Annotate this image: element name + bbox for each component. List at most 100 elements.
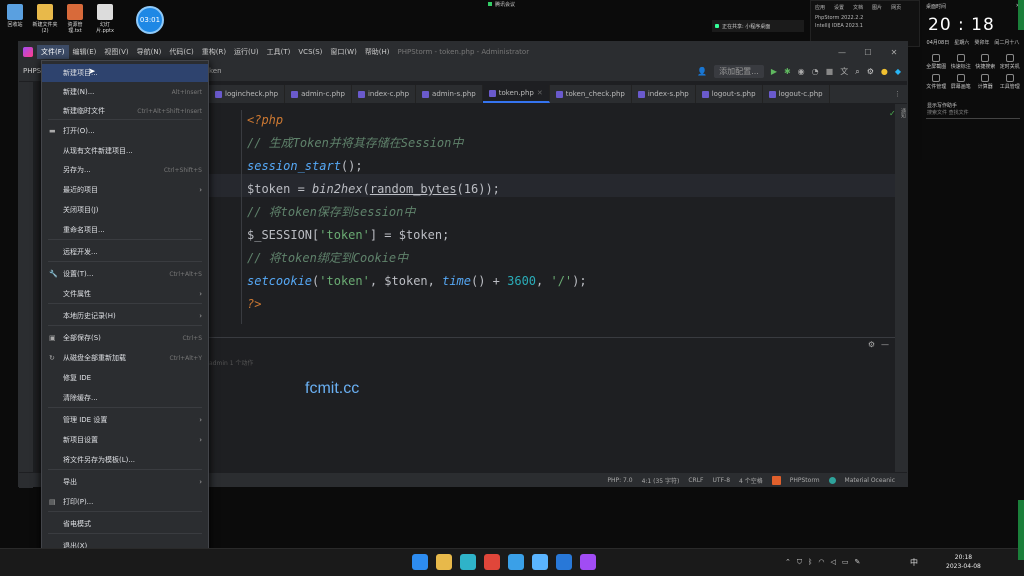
widget-tool[interactable]: 定时关机	[999, 54, 1022, 70]
battery-icon[interactable]: ▭	[842, 558, 849, 567]
menu-navigate[interactable]: 导航(N)	[133, 45, 166, 59]
menu-help[interactable]: 帮助(H)	[361, 45, 394, 59]
launcher-item[interactable]: IntelliJ IDEA 2023.1	[811, 22, 919, 30]
file-menu-item[interactable]: 最近的项目 ›	[42, 181, 208, 199]
file-encoding[interactable]: UTF-8	[713, 477, 731, 484]
indent-setting[interactable]: 4 个空格	[739, 476, 763, 485]
tab-logincheck[interactable]: logincheck.php	[209, 85, 286, 103]
launcher-tab[interactable]: 文档	[853, 4, 863, 11]
code-editor[interactable]: <?php // 生成Token并将其存储在Session中 session_s…	[209, 104, 895, 336]
taskbar-app-phpstorm-icon[interactable]	[580, 554, 596, 570]
pen-icon[interactable]: ✎	[854, 558, 860, 567]
recording-timer[interactable]: 03:01	[136, 6, 164, 34]
close-button[interactable]: ✕	[881, 48, 907, 57]
file-menu-item[interactable]: 新项目设置 ›	[42, 431, 208, 449]
widget-search[interactable]: 显示写作助手 搜索文件 查找文件	[926, 100, 1020, 119]
taskbar-app-app7-icon[interactable]	[556, 554, 572, 570]
file-menu-item[interactable]: 修复 IDE	[42, 369, 208, 387]
desktop-icon-pptx[interactable]: 幻灯片.pptx	[92, 4, 118, 34]
file-menu-item[interactable]: 重命名项目...	[42, 221, 208, 239]
close-tab-icon[interactable]: ✕	[537, 89, 543, 97]
search-icon[interactable]: ⌕	[855, 67, 859, 77]
shield-icon[interactable]: ⛉	[797, 558, 802, 567]
widget-tool[interactable]: 计算器	[974, 74, 997, 90]
file-menu-item[interactable]: 关闭项目(J)	[42, 201, 208, 219]
file-menu-item[interactable]: 清除缓存...	[42, 389, 208, 407]
widget-tool[interactable]: 全屏截图	[925, 54, 948, 70]
line-separator[interactable]: CRLF	[688, 477, 703, 484]
desktop-icon-file[interactable]: 资源管理.txt	[62, 4, 88, 34]
menu-run[interactable]: 运行(U)	[230, 45, 263, 59]
file-menu-item[interactable]: 新建项目...	[42, 64, 208, 82]
file-menu-item[interactable]: 🔧 设置(T)... Ctrl+Alt+S	[42, 265, 208, 283]
taskbar-clock[interactable]: 20:18 2023-04-08	[946, 553, 981, 571]
wifi-icon[interactable]: ◠	[818, 558, 824, 567]
launcher-tab[interactable]: 图片	[872, 4, 882, 11]
volume-icon[interactable]: ◁	[830, 558, 835, 567]
taskbar-app-chrome-icon[interactable]	[484, 554, 500, 570]
sharing-notification[interactable]: 正在共享: 小程序桌面	[712, 20, 804, 32]
file-menu-item[interactable]: 从现有文件新建项目...	[42, 142, 208, 160]
taskbar-app-explorer-icon[interactable]	[436, 554, 452, 570]
project-label[interactable]: PHPS	[23, 67, 41, 75]
menu-window[interactable]: 窗口(W)	[326, 45, 360, 59]
cursor-position[interactable]: 4:1 (35 字符)	[642, 476, 680, 485]
menu-vcs[interactable]: VCS(S)	[294, 46, 326, 58]
php-version[interactable]: PHP: 7.0	[607, 477, 632, 484]
tab-admin-s[interactable]: admin-s.php	[416, 85, 483, 103]
launcher-tab[interactable]: 应用	[815, 4, 825, 11]
file-menu-item[interactable]: 文件属性 ›	[42, 285, 208, 303]
file-menu-item[interactable]: ↻ 从磁盘全部重新加载 Ctrl+Alt+Y	[42, 349, 208, 367]
tab-index-c[interactable]: index-c.php	[352, 85, 417, 103]
menu-code[interactable]: 代码(C)	[165, 45, 197, 59]
launcher-item[interactable]: PhpStorm 2022.2.2	[811, 14, 919, 22]
breadcrumb[interactable]: ken	[209, 67, 222, 75]
taskbar-app-windows-icon[interactable]	[412, 554, 428, 570]
file-menu-item[interactable]: 将文件另存为模板(L)...	[42, 451, 208, 469]
file-menu-item[interactable]: 本地历史记录(H) ›	[42, 307, 208, 325]
taskbar-app-app6-icon[interactable]	[532, 554, 548, 570]
file-menu-item[interactable]: 导出 ›	[42, 473, 208, 491]
profile-icon[interactable]: ◔	[812, 67, 819, 76]
more-tabs-icon[interactable]: ⋮	[888, 90, 907, 98]
run-config-dropdown[interactable]: 添加配置...	[714, 65, 764, 78]
file-menu-item[interactable]: 管理 IDE 设置 ›	[42, 411, 208, 429]
menu-tools[interactable]: 工具(T)	[263, 45, 295, 59]
desktop-icon-recycle-bin[interactable]: 回收站	[2, 4, 28, 28]
ai-assistant-icon[interactable]: ◆	[895, 67, 901, 76]
minimize-button[interactable]: —	[829, 48, 855, 57]
gear-icon[interactable]: ⚙	[868, 340, 875, 349]
desktop-icon-folder[interactable]: 新建文件夹(2)	[32, 4, 58, 34]
widget-tool[interactable]: 快速标注	[950, 54, 973, 70]
taskbar-app-app5-icon[interactable]	[508, 554, 524, 570]
file-menu-item[interactable]: 新建(N)... Alt+Insert	[42, 83, 208, 101]
file-menu-item[interactable]: 省电模式	[42, 515, 208, 533]
maximize-button[interactable]: ☐	[855, 48, 881, 57]
tab-index-s[interactable]: index-s.php	[632, 85, 696, 103]
file-menu-item[interactable]: 另存为... Ctrl+Shift+S	[42, 161, 208, 179]
ime-indicator[interactable]: 中	[910, 557, 918, 568]
stop-icon[interactable]: ■	[826, 67, 834, 76]
theme-name[interactable]: Material Oceanic	[845, 477, 895, 484]
chevron-up-icon[interactable]: ⌃	[785, 558, 791, 567]
tab-logout-s[interactable]: logout-s.php	[696, 85, 763, 103]
tab-token[interactable]: token.php ✕	[482, 85, 550, 103]
tab-logout-c[interactable]: logout-c.php	[763, 85, 830, 103]
tab-token-check[interactable]: token_check.php	[550, 85, 632, 103]
menu-edit[interactable]: 编辑(E)	[69, 45, 101, 59]
notifications-strip[interactable]: 通知	[895, 104, 907, 472]
widget-tool[interactable]: 工具管理	[999, 74, 1022, 90]
bluetooth-icon[interactable]: ᛒ	[808, 558, 812, 567]
user-icon[interactable]: 👤	[697, 67, 707, 76]
launcher-tab[interactable]: 设置	[834, 4, 844, 11]
widget-tool[interactable]: 屏幕画笔	[950, 74, 973, 90]
file-menu-item[interactable]: ▤ 打印(P)...	[42, 493, 208, 511]
file-menu-item[interactable]: 远程开发...	[42, 243, 208, 261]
menu-view[interactable]: 视图(V)	[100, 45, 132, 59]
translate-icon[interactable]: 文	[840, 66, 848, 77]
debug-icon[interactable]: ✱	[784, 67, 791, 76]
launcher-tab[interactable]: 网页	[891, 4, 901, 11]
menu-refactor[interactable]: 重构(R)	[198, 45, 230, 59]
coverage-icon[interactable]: ◉	[798, 67, 805, 76]
widget-tool[interactable]: 快捷搜索	[974, 54, 997, 70]
